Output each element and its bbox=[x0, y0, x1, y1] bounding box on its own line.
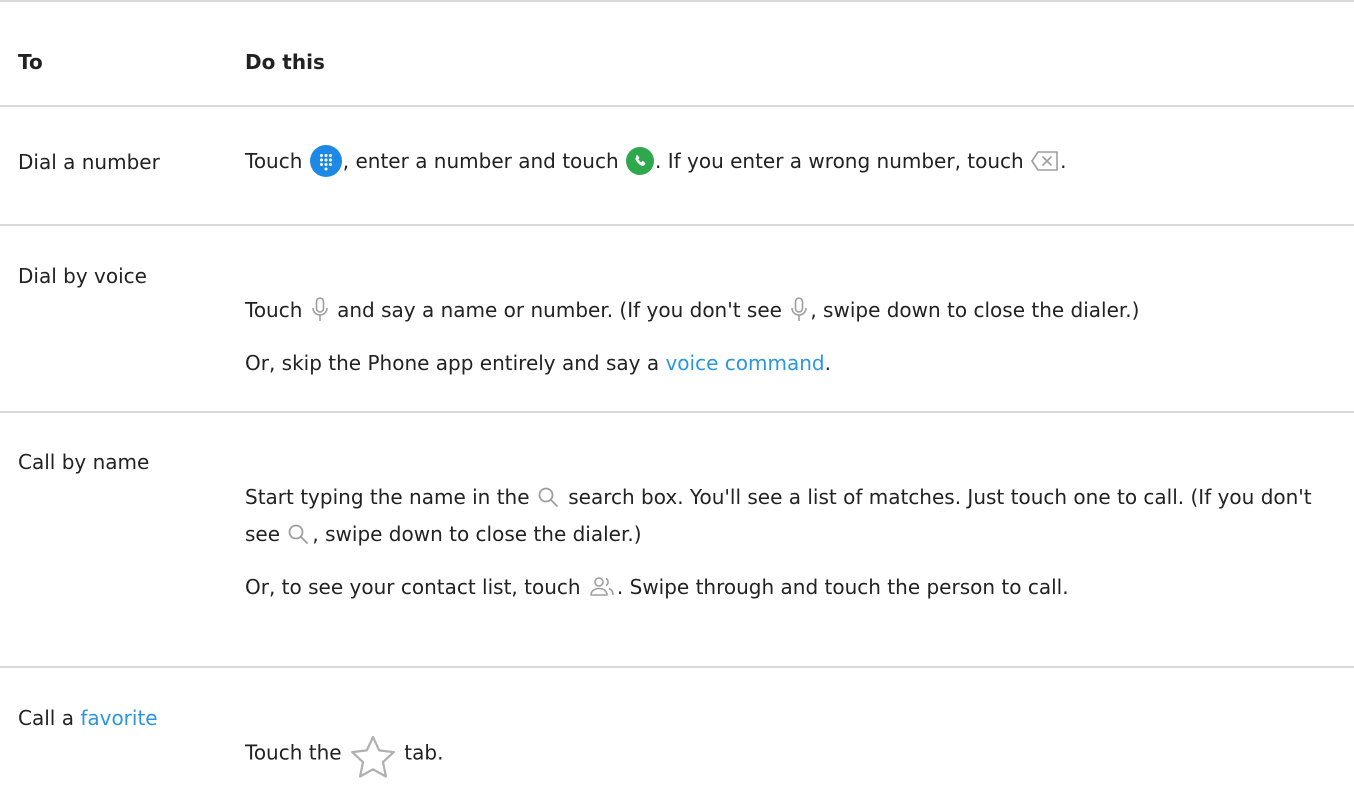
voice-command-link[interactable]: voice command bbox=[665, 351, 824, 375]
call-icon bbox=[625, 146, 655, 176]
text-segment: Start typing the name in the bbox=[245, 485, 536, 509]
instruction-paragraph: Or, to see your contact list, touch . Sw… bbox=[245, 569, 1340, 606]
text-segment: . bbox=[824, 351, 831, 375]
table-row: Call a favorite Touch the tab. bbox=[0, 668, 1354, 805]
star-icon bbox=[348, 734, 398, 782]
table-header-row: To Do this bbox=[0, 0, 1354, 107]
text-segment: Touch bbox=[245, 149, 309, 173]
text-segment: , swipe down to close the dialer.) bbox=[312, 522, 642, 546]
text-segment: . If you enter a wrong number, touch bbox=[654, 149, 1031, 173]
text-segment: , enter a number and touch bbox=[342, 149, 625, 173]
instruction-paragraph: Touch and say a name or number. (If you … bbox=[245, 292, 1340, 329]
microphone-icon bbox=[309, 295, 331, 325]
instruction-paragraph: Start typing the name in the search box.… bbox=[245, 479, 1340, 553]
text-segment: . Swipe through and touch the person to … bbox=[616, 575, 1069, 599]
text-segment: tab. bbox=[397, 740, 444, 765]
text-segment: . bbox=[1060, 149, 1067, 173]
text-segment: Or, skip the Phone app entirely and say … bbox=[245, 351, 666, 375]
row-label-call-favorite: Call a favorite bbox=[18, 704, 158, 732]
row-label-dial-number: Dial a number bbox=[18, 150, 160, 174]
text-segment: Call a bbox=[18, 706, 81, 730]
header-do-this: Do this bbox=[245, 50, 325, 74]
text-segment: , swipe down to close the dialer.) bbox=[810, 298, 1140, 322]
text-segment: Touch bbox=[245, 298, 309, 322]
table-row: Dial by voice Touch and say a name or nu… bbox=[0, 226, 1354, 413]
instruction-paragraph: Touch the tab. bbox=[245, 730, 1340, 778]
header-to: To bbox=[18, 50, 43, 74]
favorite-link[interactable]: favorite bbox=[80, 706, 157, 730]
row-instructions-dial-voice: Touch and say a name or number. (If you … bbox=[245, 292, 1340, 382]
table-row: Call by name Start typing the name in th… bbox=[0, 413, 1354, 668]
microphone-icon bbox=[788, 295, 810, 325]
row-instructions-call-favorite: Touch the tab. bbox=[245, 730, 1340, 778]
contacts-icon bbox=[587, 574, 617, 600]
text-segment: and say a name or number. (If you don't … bbox=[330, 298, 789, 322]
text-segment: Or, to see your contact list, touch bbox=[245, 575, 587, 599]
instruction-paragraph: Touch , enter a number and touch . If yo… bbox=[245, 143, 1340, 180]
dialpad-icon bbox=[309, 144, 343, 178]
row-instructions-dial-number: Touch , enter a number and touch . If yo… bbox=[245, 143, 1340, 180]
backspace-icon bbox=[1030, 149, 1060, 173]
table-row: Dial a number Touch , enter a number and… bbox=[0, 107, 1354, 226]
row-label-call-name: Call by name bbox=[18, 450, 150, 474]
text-segment: Touch the bbox=[245, 740, 348, 765]
search-icon bbox=[536, 485, 562, 509]
row-label-dial-voice: Dial by voice bbox=[18, 264, 147, 288]
instruction-paragraph: Or, skip the Phone app entirely and say … bbox=[245, 345, 1340, 382]
row-instructions-call-name: Start typing the name in the search box.… bbox=[245, 479, 1340, 606]
search-icon bbox=[286, 522, 312, 546]
